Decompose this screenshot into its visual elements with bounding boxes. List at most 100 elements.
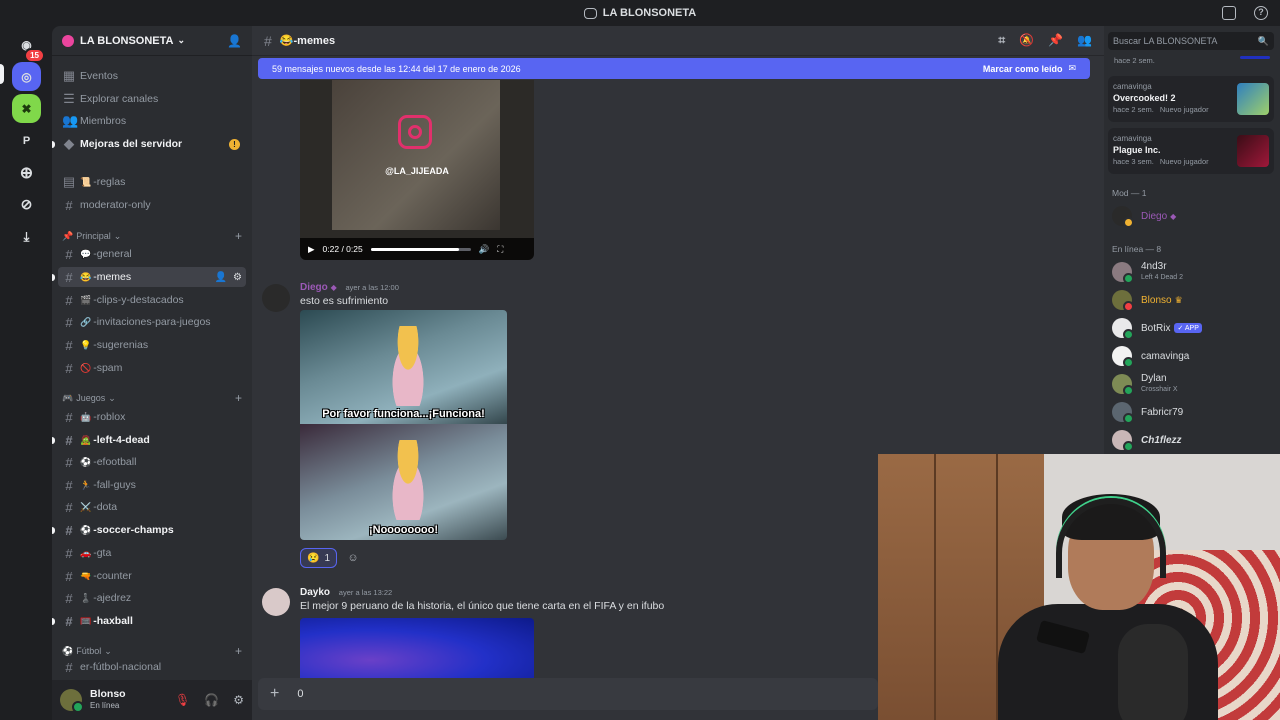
hash-icon: # <box>65 292 73 308</box>
hash-icon: # <box>65 499 73 515</box>
member-item[interactable]: Ch1flezz <box>1112 428 1276 452</box>
headphones-icon[interactable]: 🎧 <box>204 693 219 707</box>
member-name: Diego <box>1141 210 1168 222</box>
activity-card[interactable]: camavinga Overcooked! 2 hace 2 sem. Nuevo… <box>1108 76 1274 122</box>
explore-icon[interactable]: ⊘ <box>12 190 41 219</box>
add-reaction-icon[interactable]: ☺ <box>343 548 363 568</box>
threads-icon[interactable]: ⌗ <box>998 33 1005 48</box>
message-input[interactable]: 0 <box>297 688 303 700</box>
inbox-icon[interactable] <box>1222 6 1236 20</box>
member-item[interactable]: Fabricr79 <box>1112 400 1276 424</box>
channel-memes[interactable]: # 😂 -memes 👤 ⚙ <box>52 267 246 287</box>
channel-moderator-only[interactable]: # moderator-only <box>58 195 246 215</box>
server-green[interactable]: ✖ <box>12 94 41 123</box>
activity-card[interactable]: camavinga Plague Inc. hace 3 sem. Nuevo j… <box>1108 128 1274 174</box>
channel-soccer-champs[interactable]: # ⚽ -soccer-champs <box>52 520 246 540</box>
sidebar-item-mejoras[interactable]: ◆ Mejoras del servidor! <box>52 134 246 154</box>
video-embed[interactable]: @LA_JIJEADA ▶ 0:22 / 0:25 🔊 ⛶ <box>300 80 534 260</box>
member-list-icon[interactable]: 👥 <box>1077 33 1092 48</box>
message-author[interactable]: Dayko <box>300 587 330 598</box>
member-name: Ch1flezz <box>1141 434 1182 446</box>
channel-left-4-dead[interactable]: # 🧟 -left-4-dead <box>52 430 246 450</box>
avatar[interactable] <box>60 689 84 713</box>
new-messages-bar[interactable]: 59 mensajes nuevos desde las 12:44 del 1… <box>258 58 1090 79</box>
mic-muted-icon[interactable]: 🎙 <box>175 693 190 707</box>
mod-badge-icon: ◆ <box>1170 211 1177 221</box>
hash-icon: # <box>65 409 73 425</box>
notification-bell-icon[interactable]: 🔕 <box>1019 33 1034 48</box>
user-panel: Blonso En línea 🎙 🎧 ⚙ <box>52 680 252 720</box>
server-name: LA BLONSONETA <box>80 34 174 47</box>
crown-icon: ♛ <box>1174 294 1183 305</box>
create-channel-icon[interactable]: + <box>235 644 242 658</box>
fullscreen-icon[interactable]: ⛶ <box>497 244 503 255</box>
app-badge: ✓ APP <box>1174 323 1202 333</box>
server-header[interactable]: LA BLONSONETA ⌄ 👤 <box>52 26 252 56</box>
invite-people-icon[interactable]: 👤 <box>227 34 242 48</box>
avatar[interactable] <box>262 588 290 616</box>
gear-icon[interactable]: ⚙ <box>233 272 242 283</box>
mark-as-read-button[interactable]: Marcar como leído <box>983 64 1063 74</box>
channel-sugerenias[interactable]: # 💡 -sugerenias <box>58 335 246 355</box>
server-p[interactable]: P <box>12 126 41 155</box>
download-icon[interactable]: ⤓ <box>12 222 41 251</box>
message-author[interactable]: Diego <box>300 282 328 293</box>
new-messages-text: 59 mensajes nuevos desde las 12:44 del 1… <box>272 63 521 74</box>
channel-ajedrez[interactable]: # ♟️ -ajedrez <box>58 588 246 608</box>
channel-general[interactable]: # 💬 -general <box>58 244 246 264</box>
channel-fall-guys[interactable]: # 🏃 -fall-guys <box>58 475 246 495</box>
create-channel-icon[interactable]: + <box>235 391 242 405</box>
volume-icon[interactable]: 🔊 <box>479 244 490 255</box>
sidebar-item-miembros[interactable]: 👥 Miembros <box>58 111 246 131</box>
create-channel-icon[interactable]: + <box>235 229 242 243</box>
server-icon <box>62 34 74 47</box>
sidebar-item-explorar[interactable]: ☰ Explorar canales <box>58 89 246 109</box>
channel-haxball[interactable]: # 🥅 -haxball <box>52 611 246 631</box>
server-rail: ◉ 15 ◎ ✖ P ⊕ ⊘ ⤓ <box>0 26 52 720</box>
invite-icon[interactable]: 👤 <box>215 272 227 283</box>
search-input[interactable]: Buscar LA BLONSONETA 🔍 <box>1108 32 1274 50</box>
category-principal[interactable]: 📌 Principal ⌄ + <box>62 228 242 244</box>
add-server-icon[interactable]: ⊕ <box>12 158 41 187</box>
reaction-button[interactable]: 😢 1 <box>300 548 338 568</box>
video-progress[interactable] <box>370 247 471 251</box>
channel-spam[interactable]: # 🚫 -spam <box>58 358 246 378</box>
help-icon[interactable]: ? <box>1254 6 1268 20</box>
channel-reglas[interactable]: ▤ 📜 -reglas <box>58 172 246 192</box>
direct-messages-button[interactable]: ◉ 15 <box>12 30 45 63</box>
channel-clips[interactable]: # 🎬 -clips-y-destacados <box>58 290 246 310</box>
member-item[interactable]: BotRix ✓ APP <box>1112 316 1276 340</box>
avatar[interactable] <box>262 284 290 312</box>
gear-icon[interactable]: ⚙ <box>233 693 244 707</box>
role-header-online: En línea — 8 <box>1112 244 1162 254</box>
hash-icon: # <box>65 590 73 606</box>
member-item[interactable]: Dylan Crosshair X <box>1112 372 1276 396</box>
channel-roblox[interactable]: # 🤖 -roblox <box>58 407 246 427</box>
message-media[interactable] <box>300 618 534 678</box>
category-futbol[interactable]: ⚽ Fútbol ⌄ + <box>62 643 242 659</box>
category-juegos[interactable]: 🎮 Juegos ⌄ + <box>62 390 242 406</box>
pin-icon[interactable]: 📌 <box>1048 33 1063 48</box>
server-la-blonsoneta[interactable]: ◎ <box>12 62 41 91</box>
reaction-count: 1 <box>324 552 331 564</box>
avatar <box>1112 430 1134 452</box>
member-item[interactable]: Diego ◆ <box>1112 204 1276 228</box>
attach-plus-icon[interactable]: + <box>270 685 279 703</box>
channel-invitaciones[interactable]: # 🔗 -invitaciones-para-juegos <box>58 312 246 332</box>
member-item[interactable]: camavinga <box>1112 344 1276 368</box>
member-item[interactable]: Blonso ♛ <box>1112 288 1276 312</box>
instagram-icon <box>398 115 432 149</box>
member-item[interactable]: 4nd3r Left 4 Dead 2 <box>1112 260 1276 284</box>
sidebar-item-eventos[interactable]: ▦ Eventos <box>58 66 246 86</box>
message-composer[interactable]: + 0 <box>258 678 878 710</box>
channel-gta[interactable]: # 🚗 -gta <box>58 543 246 563</box>
channel-efootball[interactable]: # ⚽ -efootball <box>58 452 246 472</box>
mod-badge-icon: ◆ <box>330 283 337 292</box>
channel-counter[interactable]: # 🔫 -counter <box>58 566 246 586</box>
channel-dota[interactable]: # ⚔️ -dota <box>58 497 246 517</box>
play-icon[interactable]: ▶ <box>308 244 315 255</box>
message-time: ayer a las 12:00 <box>345 283 399 292</box>
channel-futbol-nacional[interactable]: # er-fútbol-nacional <box>58 660 246 674</box>
message-time: ayer a las 13:22 <box>338 588 393 597</box>
meme-image[interactable]: Por favor funciona...¡Funciona! ¡Noooooo… <box>300 310 507 540</box>
